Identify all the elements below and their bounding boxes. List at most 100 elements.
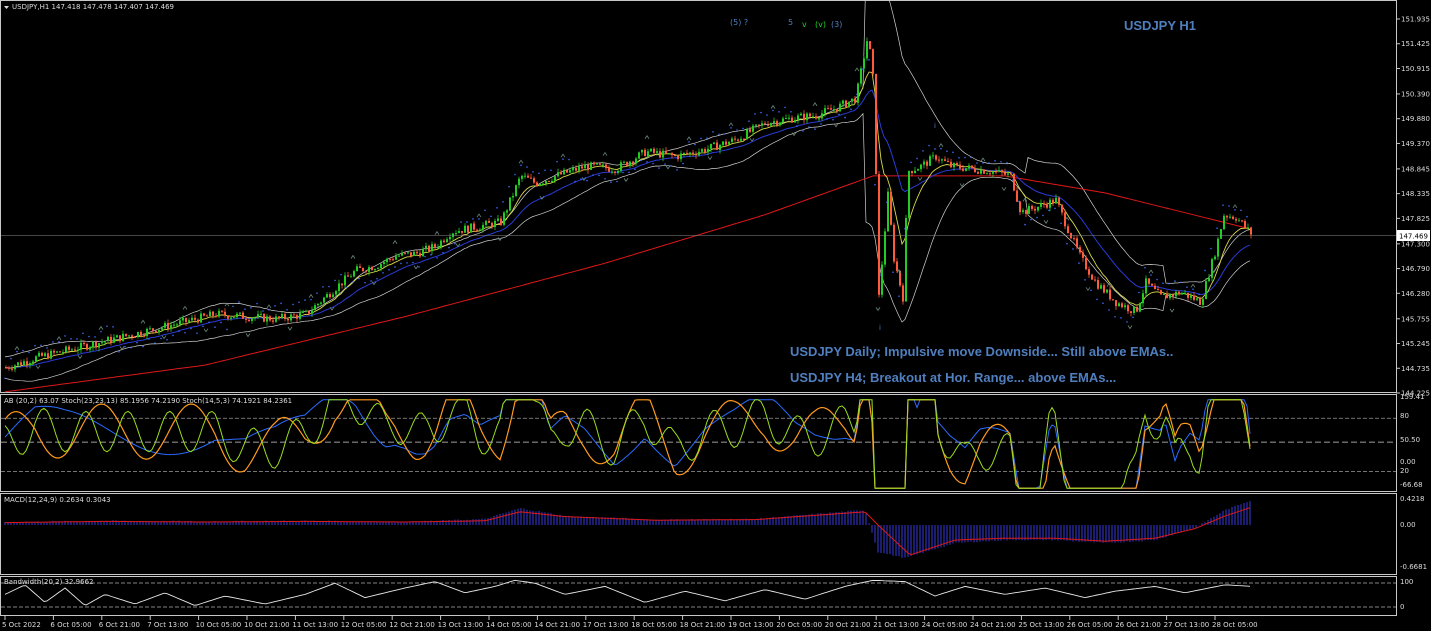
candle-body: [1124, 305, 1126, 308]
psar-dot: [1192, 288, 1194, 291]
candle-body: [998, 170, 1000, 172]
candle-body: [221, 310, 223, 312]
candle-body: [680, 153, 682, 160]
candle-body: [926, 161, 928, 166]
candle-body: [596, 163, 598, 165]
candle-body: [1187, 292, 1189, 298]
candle-body: [50, 350, 52, 359]
candle-body: [182, 317, 184, 321]
candle-body: [923, 161, 925, 165]
psar-dot: [190, 327, 192, 330]
psar-dot: [82, 332, 84, 335]
candle-body: [1109, 289, 1111, 300]
candle-body: [1169, 294, 1171, 299]
candle-body: [1046, 204, 1048, 208]
candle-body: [1082, 252, 1084, 258]
psar-dot: [364, 281, 366, 284]
candle-body: [1199, 298, 1201, 305]
psar-dot: [1240, 209, 1242, 212]
candle-body: [581, 166, 583, 169]
candle-body: [497, 218, 499, 221]
candle-body: [674, 155, 676, 157]
psar-dot: [232, 305, 234, 308]
candle-body: [644, 149, 646, 157]
candle-body: [56, 351, 58, 353]
psar-dot: [310, 298, 312, 301]
candle-body: [938, 159, 940, 161]
psar-dot: [706, 137, 708, 139]
candle-body: [461, 231, 463, 233]
psar-dot: [736, 129, 738, 131]
candle-body: [116, 335, 118, 338]
candle-body: [695, 154, 697, 156]
psar-dot: [274, 305, 276, 307]
candle-body: [599, 163, 601, 165]
trading-chart[interactable]: 159.418050.500.0020-66.68 0.42180.00-0.6…: [0, 0, 1431, 631]
time-tick-label: 27 Oct 13:00: [1164, 621, 1210, 629]
candle-body: [38, 352, 40, 357]
candle-body: [866, 41, 868, 59]
candle-body: [821, 113, 823, 119]
psar-dot: [862, 68, 864, 70]
psar-dot: [1060, 222, 1062, 225]
psar-dot: [202, 325, 204, 328]
current-price-text: 147.469: [1399, 233, 1428, 241]
candle-body: [482, 224, 484, 230]
psar-dot: [628, 171, 630, 174]
price-tick-label: 146.280: [1401, 290, 1430, 298]
psar-dot: [490, 215, 492, 218]
candle-body: [491, 222, 493, 227]
candle-body: [53, 350, 55, 353]
candle-body: [1205, 281, 1207, 300]
candle-body: [101, 342, 103, 344]
candle-body: [125, 333, 127, 337]
psar-dot: [304, 299, 306, 301]
candle-body: [584, 164, 586, 169]
candle-body: [347, 275, 349, 277]
candle-body: [689, 152, 691, 154]
psar-dot: [580, 178, 582, 180]
psar-dot: [316, 292, 318, 294]
candle-body: [500, 218, 502, 225]
candle-body: [416, 251, 418, 254]
candle-body: [884, 231, 886, 265]
candle-body: [383, 262, 385, 265]
price-tick-label: 147.825: [1401, 215, 1430, 223]
candle-body: [191, 317, 193, 321]
candle-body: [203, 313, 205, 316]
psar-dot: [934, 148, 936, 150]
candle-body: [908, 171, 910, 218]
candle-body: [446, 239, 448, 243]
candle-body: [188, 320, 190, 322]
candle-body: [278, 316, 280, 318]
candle-body: [635, 158, 637, 164]
time-tick-label: 5 Oct 2022: [2, 621, 41, 629]
psar-dot: [544, 169, 546, 172]
candle-body: [1085, 257, 1087, 270]
time-tick-label: 20 Oct 05:00: [776, 621, 822, 629]
psar-dot: [994, 160, 996, 162]
candle-body: [356, 266, 358, 272]
psar-dot: [10, 357, 12, 360]
candle-body: [773, 121, 775, 124]
candle-body: [1004, 172, 1006, 175]
candle-body: [449, 237, 451, 240]
candle-body: [1148, 278, 1150, 284]
psar-dot: [130, 346, 132, 349]
candle-body: [593, 162, 595, 165]
psar-dot: [982, 162, 984, 164]
candle-body: [320, 302, 322, 304]
candle-body: [968, 165, 970, 169]
candle-body: [314, 305, 316, 311]
candle-body: [341, 283, 343, 286]
candle-body: [122, 333, 124, 342]
psar-dot: [532, 171, 534, 173]
candle-body: [329, 294, 331, 298]
psar-dot: [16, 350, 18, 353]
time-tick-label: 24 Oct 05:00: [922, 621, 968, 629]
psar-dot: [850, 108, 852, 111]
candle-body: [1175, 291, 1177, 297]
candle-body: [578, 166, 580, 171]
psar-dot: [208, 321, 210, 324]
candle-body: [80, 342, 82, 350]
